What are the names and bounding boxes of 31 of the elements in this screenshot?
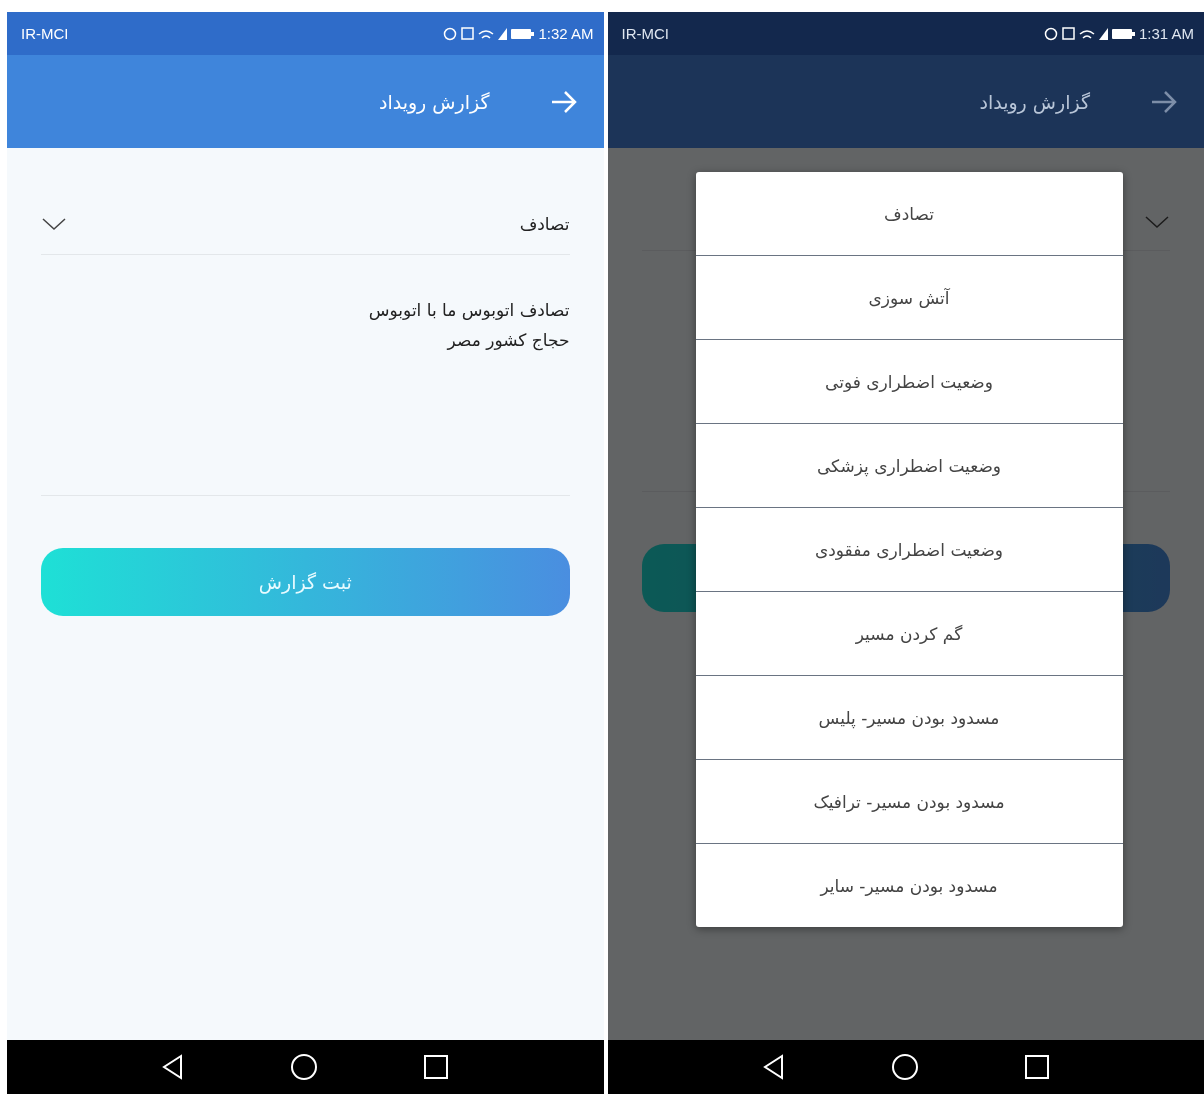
- signal-icon: [498, 27, 508, 40]
- incident-type-select[interactable]: تصادف: [41, 198, 570, 255]
- option-item[interactable]: مسدود بودن مسیر- ترافیک: [695, 760, 1123, 844]
- battery-icon: [1111, 28, 1135, 39]
- option-item[interactable]: وضعیت اضطراری مفقودی: [695, 508, 1123, 592]
- screen-title: گزارش رویداد: [378, 90, 490, 113]
- carrier-label: IR-MCI: [621, 25, 669, 42]
- home-circle-icon[interactable]: [290, 1053, 319, 1081]
- option-item[interactable]: مسدود بودن مسیر- سایر: [695, 844, 1123, 927]
- clock-time: 1:31 AM: [1138, 25, 1194, 42]
- option-item[interactable]: آتش سوزی: [695, 256, 1123, 340]
- back-arrow-icon[interactable]: [1150, 89, 1178, 114]
- clock-time: 1:32 AM: [538, 25, 594, 42]
- home-circle-icon[interactable]: [890, 1053, 919, 1081]
- square-icon[interactable]: [1023, 1054, 1050, 1080]
- square-icon[interactable]: [423, 1054, 450, 1080]
- signal-icon: [1098, 27, 1108, 40]
- option-item[interactable]: تصادف: [695, 172, 1123, 256]
- description-field[interactable]: تصادف اتوبوس ما با اتوبوس حجاج کشور مصر: [41, 255, 570, 496]
- option-item[interactable]: وضعیت اضطراری پزشکی: [695, 424, 1123, 508]
- wifi-icon: [478, 28, 495, 39]
- chevron-down-icon: [41, 216, 67, 232]
- chevron-down-icon: [1144, 214, 1170, 230]
- wifi-icon: [1078, 28, 1095, 39]
- back-triangle-icon[interactable]: [761, 1054, 786, 1080]
- option-item[interactable]: مسدود بودن مسیر- پلیس: [695, 676, 1123, 760]
- battery-icon: [511, 28, 535, 39]
- carrier-label: IR-MCI: [21, 25, 69, 42]
- option-item[interactable]: وضعیت اضطراری فوتی: [695, 340, 1123, 424]
- option-item[interactable]: گم کردن مسیر: [695, 592, 1123, 676]
- screen-title: گزارش رویداد: [979, 90, 1090, 113]
